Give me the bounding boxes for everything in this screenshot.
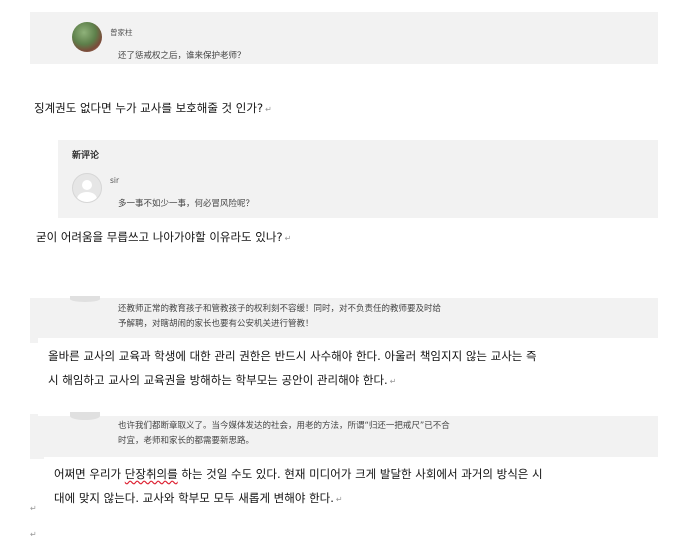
translation-text-line: 올바른 교사의 교육과 학생에 대한 관리 권한은 반드시 사수해야 한다. 아…: [48, 349, 537, 363]
comment-text-line: 还教师正常的教育孩子和管教孩子的权利刻不容缓！同时，对不负责任的教师要及时给: [118, 304, 442, 314]
translation-text-content: 징계권도 없다면 누가 교사를 보호해줄 것 인가?: [34, 101, 264, 115]
section-heading: 新评论: [72, 151, 100, 161]
avatar-body-shape: [77, 192, 97, 202]
avatar-head-shape: [82, 180, 92, 190]
avatar-user-1[interactable]: [72, 22, 102, 52]
translation-text: 징계권도 없다면 누가 교사를 보호해줄 것 인가? ↵: [34, 98, 272, 120]
translation-text-content: 어쩌면 우리가: [54, 467, 125, 481]
comment-text: 还了惩戒权之后，谁来保护老师？: [118, 51, 246, 61]
spellcheck-flagged-word[interactable]: 단장취의를: [125, 467, 178, 481]
paragraph-mark-icon: ↵: [30, 530, 37, 539]
comment-username[interactable]: 曾家柱: [110, 27, 133, 38]
translation-text-content: 하는 것일 수도 있다. 현재 미디어가 크게 발달한 사회에서 과거의 방식은…: [177, 467, 543, 481]
translation-text: 굳이 어려움을 무릅쓰고 나아가야할 이유라도 있나? ↵: [36, 227, 291, 249]
comment-text-line: 时宜，老师和家长的都需要新思路。: [118, 436, 255, 446]
comment-text: 多一事不如少一事，何必冒风险呢？: [118, 199, 255, 209]
paragraph-mark-icon: ↵: [265, 105, 272, 114]
paragraph-mark-icon: ↵: [389, 377, 397, 386]
translation-text-line: 시 해임하고 교사의 교육권을 방해하는 학부모는 공안이 관리해야 한다. ↵: [48, 370, 396, 392]
translation-text-content: 시 해임하고 교사의 교육권을 방해하는 학부모는 공안이 관리해야 한다.: [48, 373, 388, 387]
avatar-partial: [70, 296, 100, 302]
translation-text-line: 대에 맞지 않는다. 교사와 학부모 모두 새롭게 변해야 한다. ↵: [54, 488, 343, 510]
paragraph-mark-icon: ↵: [284, 234, 292, 243]
avatar-user-2[interactable]: [72, 173, 102, 203]
comment-text-line: 也许我们都断章取义了。当今媒体发达的社会，用老的方法，所谓“归还一把戒尺”已不合: [118, 421, 450, 431]
comment-text-line: 予解聘，对瞎胡闹的家长也要有公安机关进行管教！: [118, 319, 314, 329]
translation-text-content: 대에 맞지 않는다. 교사와 학부모 모두 새롭게 변해야 한다.: [54, 491, 334, 505]
translation-text-content: 굳이 어려움을 무릅쓰고 나아가야할 이유라도 있나?: [36, 230, 283, 244]
paragraph-mark-icon: ↵: [30, 504, 37, 513]
paragraph-mark-icon: ↵: [335, 495, 343, 504]
translation-text-line: 어쩌면 우리가 단장취의를 하는 것일 수도 있다. 현재 미디어가 크게 발달…: [54, 464, 543, 484]
avatar-partial: [70, 412, 100, 420]
comment-username[interactable]: sir: [110, 176, 119, 185]
